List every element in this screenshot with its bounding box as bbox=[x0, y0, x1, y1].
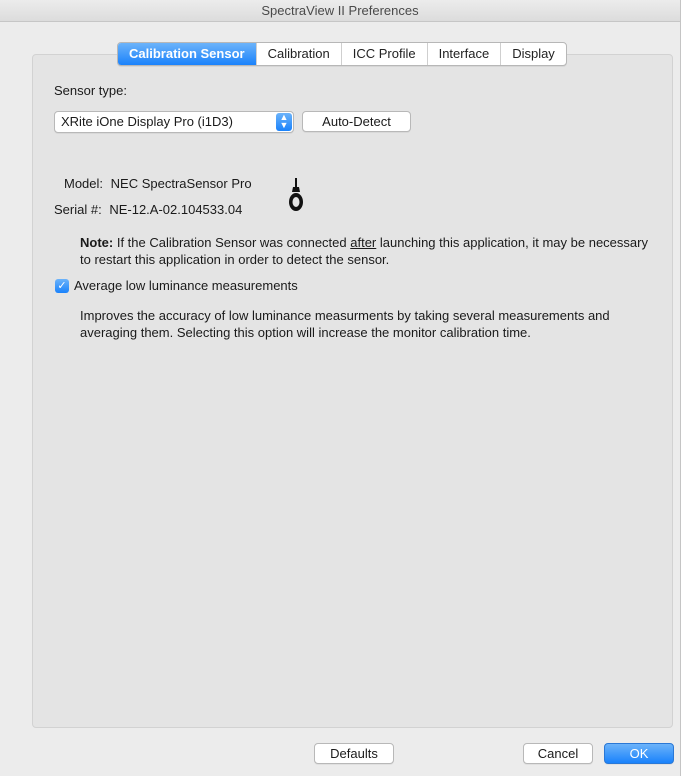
note-emphasis: after bbox=[350, 235, 377, 250]
tab-display[interactable]: Display bbox=[500, 43, 566, 65]
model-label: Model: bbox=[64, 176, 104, 191]
sensor-type-select[interactable]: XRite iOne Display Pro (i1D3) ▲ ▼ bbox=[54, 111, 294, 133]
chevron-updown-icon: ▲ ▼ bbox=[276, 113, 292, 131]
sensor-type-label: Sensor type: bbox=[54, 83, 127, 98]
serial-row: Serial #: NE-12.A-02.104533.04 bbox=[54, 202, 242, 217]
preferences-window: SpectraView II Preferences Calibration S… bbox=[0, 0, 681, 776]
note-prefix: Note: bbox=[80, 235, 114, 250]
restart-note: Note: If the Calibration Sensor was conn… bbox=[80, 234, 660, 268]
sensor-icon bbox=[287, 178, 305, 214]
average-luminance-checkbox[interactable]: ✓ bbox=[55, 279, 69, 293]
tab-interface[interactable]: Interface bbox=[426, 43, 501, 65]
tab-panel bbox=[32, 54, 673, 728]
tab-bar: Calibration Sensor Calibration ICC Profi… bbox=[117, 42, 567, 66]
average-luminance-description: Improves the accuracy of low luminance m… bbox=[80, 308, 610, 340]
serial-label: Serial #: bbox=[54, 202, 102, 217]
defaults-button[interactable]: Defaults bbox=[314, 743, 394, 764]
model-value: NEC SpectraSensor Pro bbox=[110, 176, 252, 191]
auto-detect-button[interactable]: Auto-Detect bbox=[302, 111, 411, 132]
sensor-type-value: XRite iOne Display Pro (i1D3) bbox=[61, 114, 233, 129]
checkmark-icon: ✓ bbox=[57, 280, 67, 292]
ok-button[interactable]: OK bbox=[604, 743, 674, 764]
model-row: Model: NEC SpectraSensor Pro bbox=[64, 176, 252, 191]
tab-calibration[interactable]: Calibration bbox=[255, 43, 341, 65]
tab-calibration-sensor[interactable]: Calibration Sensor bbox=[118, 43, 256, 65]
tab-icc-profile[interactable]: ICC Profile bbox=[340, 43, 427, 65]
average-luminance-label[interactable]: Average low luminance measurements bbox=[74, 278, 298, 293]
note-text-before: If the Calibration Sensor was connected bbox=[113, 235, 351, 250]
serial-value: NE-12.A-02.104533.04 bbox=[109, 202, 243, 217]
cancel-button[interactable]: Cancel bbox=[523, 743, 593, 764]
window-title: SpectraView II Preferences bbox=[0, 0, 680, 22]
